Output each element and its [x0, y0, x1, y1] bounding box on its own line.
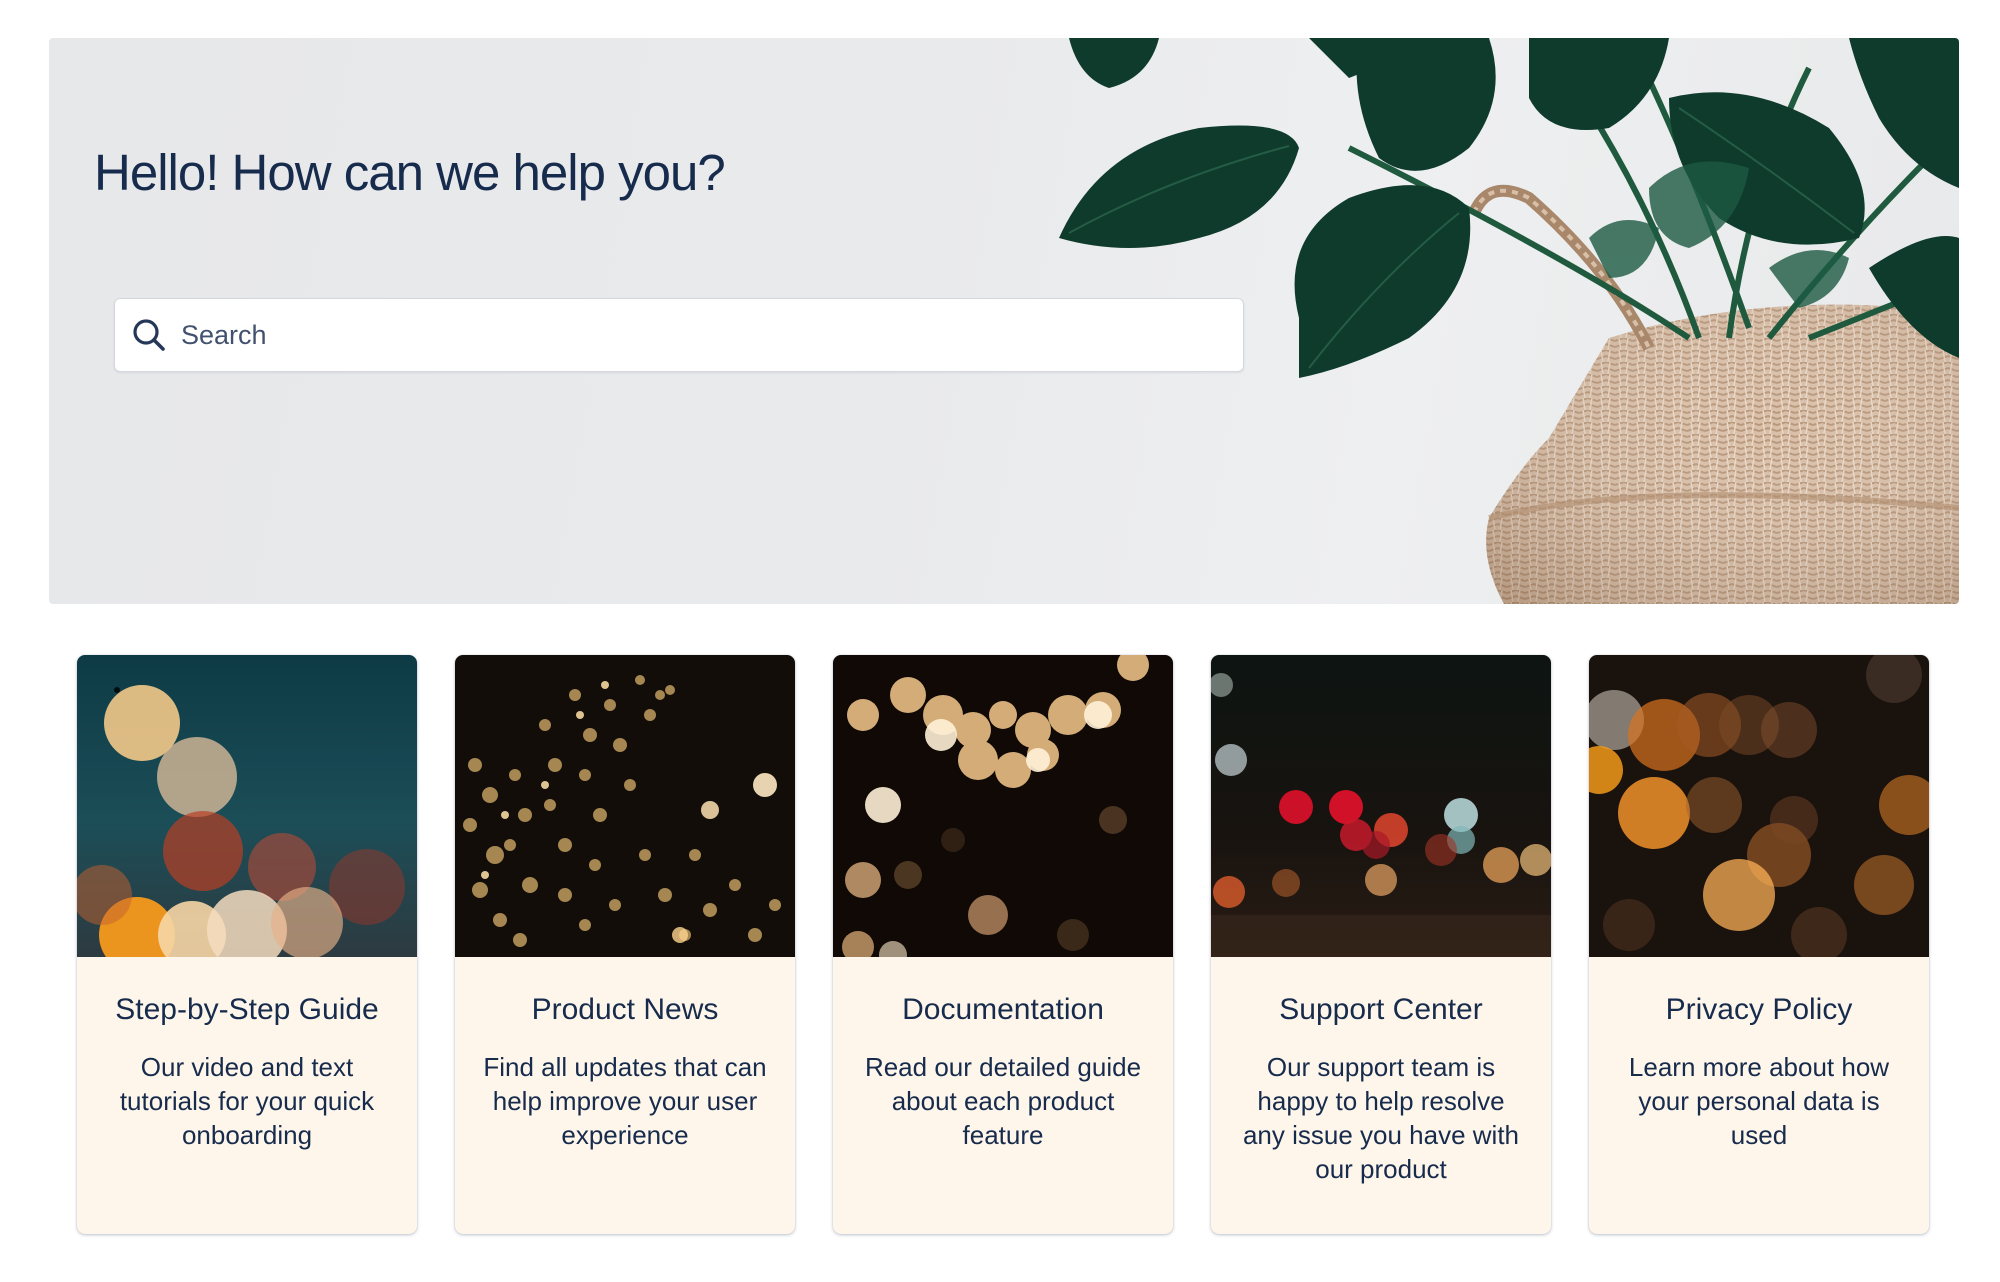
card-image [77, 655, 417, 957]
page-title: Hello! How can we help you? [94, 144, 726, 201]
card-image [1211, 655, 1551, 957]
card-title: Step-by-Step Guide [115, 993, 379, 1026]
category-cards: Step-by-Step Guide Our video and text tu… [77, 655, 1929, 1235]
card-description: Find all updates that can help improve y… [483, 1052, 767, 1150]
card-support-center[interactable]: Support Center Our support team is happy… [1211, 655, 1551, 1234]
card-title: Product News [531, 993, 719, 1026]
search-input[interactable] [179, 298, 1243, 372]
card-title: Documentation [902, 993, 1104, 1026]
card-description: Read our detailed guide about each produ… [864, 1052, 1142, 1150]
card-image [833, 655, 1173, 957]
card-image [1589, 655, 1929, 957]
card-image [455, 655, 795, 957]
card-description: Learn more about how your personal data … [1628, 1052, 1890, 1150]
card-privacy-policy[interactable]: Privacy Policy Learn more about how your… [1589, 655, 1929, 1234]
search-icon [131, 317, 167, 353]
card-description: Our video and text tutorials for your qu… [119, 1052, 375, 1150]
card-title: Support Center [1279, 993, 1483, 1026]
search-box[interactable] [114, 298, 1244, 372]
hero-banner: Hello! How can we help you? [49, 38, 1959, 604]
card-title: Privacy Policy [1665, 993, 1853, 1026]
card-step-by-step-guide[interactable]: Step-by-Step Guide Our video and text tu… [77, 655, 417, 1234]
card-documentation[interactable]: Documentation Read our detailed guide ab… [833, 655, 1173, 1234]
card-product-news[interactable]: Product News Find all updates that can h… [455, 655, 795, 1234]
card-description: Our support team is happy to help resolv… [1242, 1052, 1520, 1184]
